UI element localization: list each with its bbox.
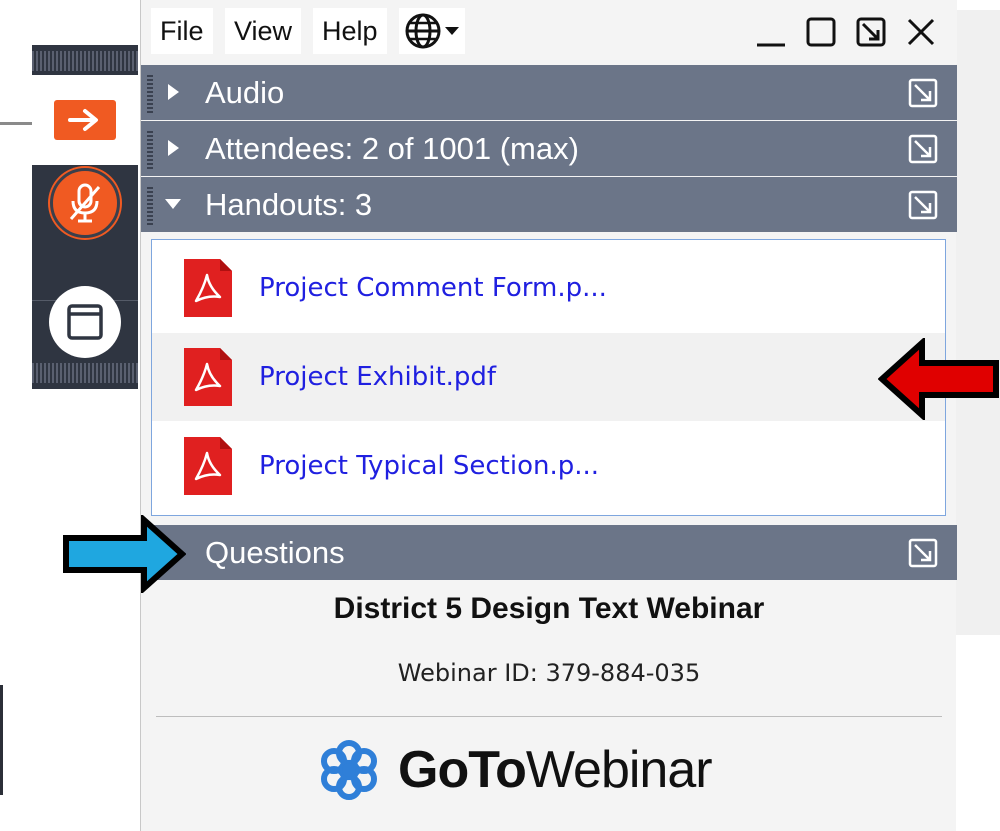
- section-handouts[interactable]: Handouts: 3: [141, 177, 957, 232]
- handout-name[interactable]: Project Typical Section.p...: [259, 451, 599, 481]
- menu-view[interactable]: View: [225, 8, 302, 54]
- popout-icon[interactable]: [907, 537, 939, 569]
- divider: [156, 716, 942, 717]
- drag-grip[interactable]: [147, 73, 153, 113]
- menu-help[interactable]: Help: [313, 8, 387, 54]
- collapse-triangle-icon[interactable]: [163, 194, 183, 214]
- screen-view-button[interactable]: [49, 286, 121, 358]
- maximize-icon: [806, 17, 836, 47]
- section-attendees-label: Attendees: 2 of 1001 (max): [205, 130, 579, 166]
- drag-grip[interactable]: [147, 129, 153, 169]
- control-bar-grip-top[interactable]: [32, 51, 138, 71]
- popout-button[interactable]: [853, 14, 889, 50]
- section-audio[interactable]: Audio: [141, 65, 957, 120]
- handouts-list: Project Comment Form.p... Project Exhibi…: [151, 239, 946, 516]
- red-arrow-annotation: [878, 338, 999, 420]
- blue-arrow-annotation: [63, 515, 186, 593]
- mute-toggle-button[interactable]: [50, 168, 120, 238]
- section-audio-label: Audio: [205, 74, 285, 110]
- microphone-cell: [32, 166, 138, 301]
- show-panel-button[interactable]: [54, 100, 116, 140]
- popout-icon[interactable]: [907, 77, 939, 109]
- control-panel: File View Help Audio Attendees: 2 of 100…: [140, 0, 957, 831]
- menubar: File View Help: [141, 0, 957, 64]
- handout-item[interactable]: Project Comment Form.p...: [152, 244, 945, 332]
- popout-icon[interactable]: [907, 189, 939, 221]
- window-icon: [67, 304, 103, 340]
- handout-item[interactable]: Project Exhibit.pdf: [152, 333, 945, 421]
- control-bar: [32, 45, 138, 389]
- webinar-id: Webinar ID: 379-884-035: [397, 659, 701, 687]
- expand-triangle-icon[interactable]: [163, 138, 183, 158]
- muted-microphone-icon: [69, 183, 101, 223]
- language-menu[interactable]: [399, 8, 465, 54]
- minimize-button[interactable]: [753, 14, 789, 50]
- handout-name[interactable]: Project Comment Form.p...: [259, 273, 607, 303]
- background-window: [955, 10, 1000, 635]
- gotowebinar-logo-icon: [321, 740, 377, 800]
- close-icon: [907, 18, 935, 46]
- background-divider: [0, 122, 35, 125]
- brand-name: GoToWebinar: [398, 741, 713, 799]
- close-button[interactable]: [903, 14, 939, 50]
- popout-icon: [856, 17, 886, 47]
- arrow-right-icon: [68, 109, 98, 131]
- minimize-icon: [757, 43, 785, 47]
- control-bar-grip-bottom[interactable]: [32, 363, 138, 383]
- globe-icon: [405, 13, 441, 49]
- section-questions[interactable]: Questions: [141, 525, 957, 580]
- handout-name[interactable]: Project Exhibit.pdf: [259, 362, 496, 392]
- show-panel-cell: [32, 75, 138, 165]
- maximize-button[interactable]: [803, 14, 839, 50]
- handout-item[interactable]: Project Typical Section.p...: [152, 422, 945, 510]
- pdf-icon: [184, 437, 232, 495]
- chevron-down-icon: [445, 27, 459, 35]
- popout-icon[interactable]: [907, 133, 939, 165]
- pdf-icon: [184, 348, 232, 406]
- background-edge: [0, 685, 3, 795]
- section-attendees[interactable]: Attendees: 2 of 1001 (max): [141, 121, 957, 176]
- drag-grip[interactable]: [147, 185, 153, 225]
- section-questions-label: Questions: [205, 534, 345, 570]
- expand-triangle-icon[interactable]: [163, 82, 183, 102]
- brand-logo: GoToWebinar: [316, 735, 713, 805]
- pdf-icon: [184, 259, 232, 317]
- menu-file[interactable]: File: [151, 8, 213, 54]
- section-handouts-label: Handouts: 3: [205, 186, 373, 222]
- webinar-title: District 5 Design Text Webinar: [333, 592, 765, 625]
